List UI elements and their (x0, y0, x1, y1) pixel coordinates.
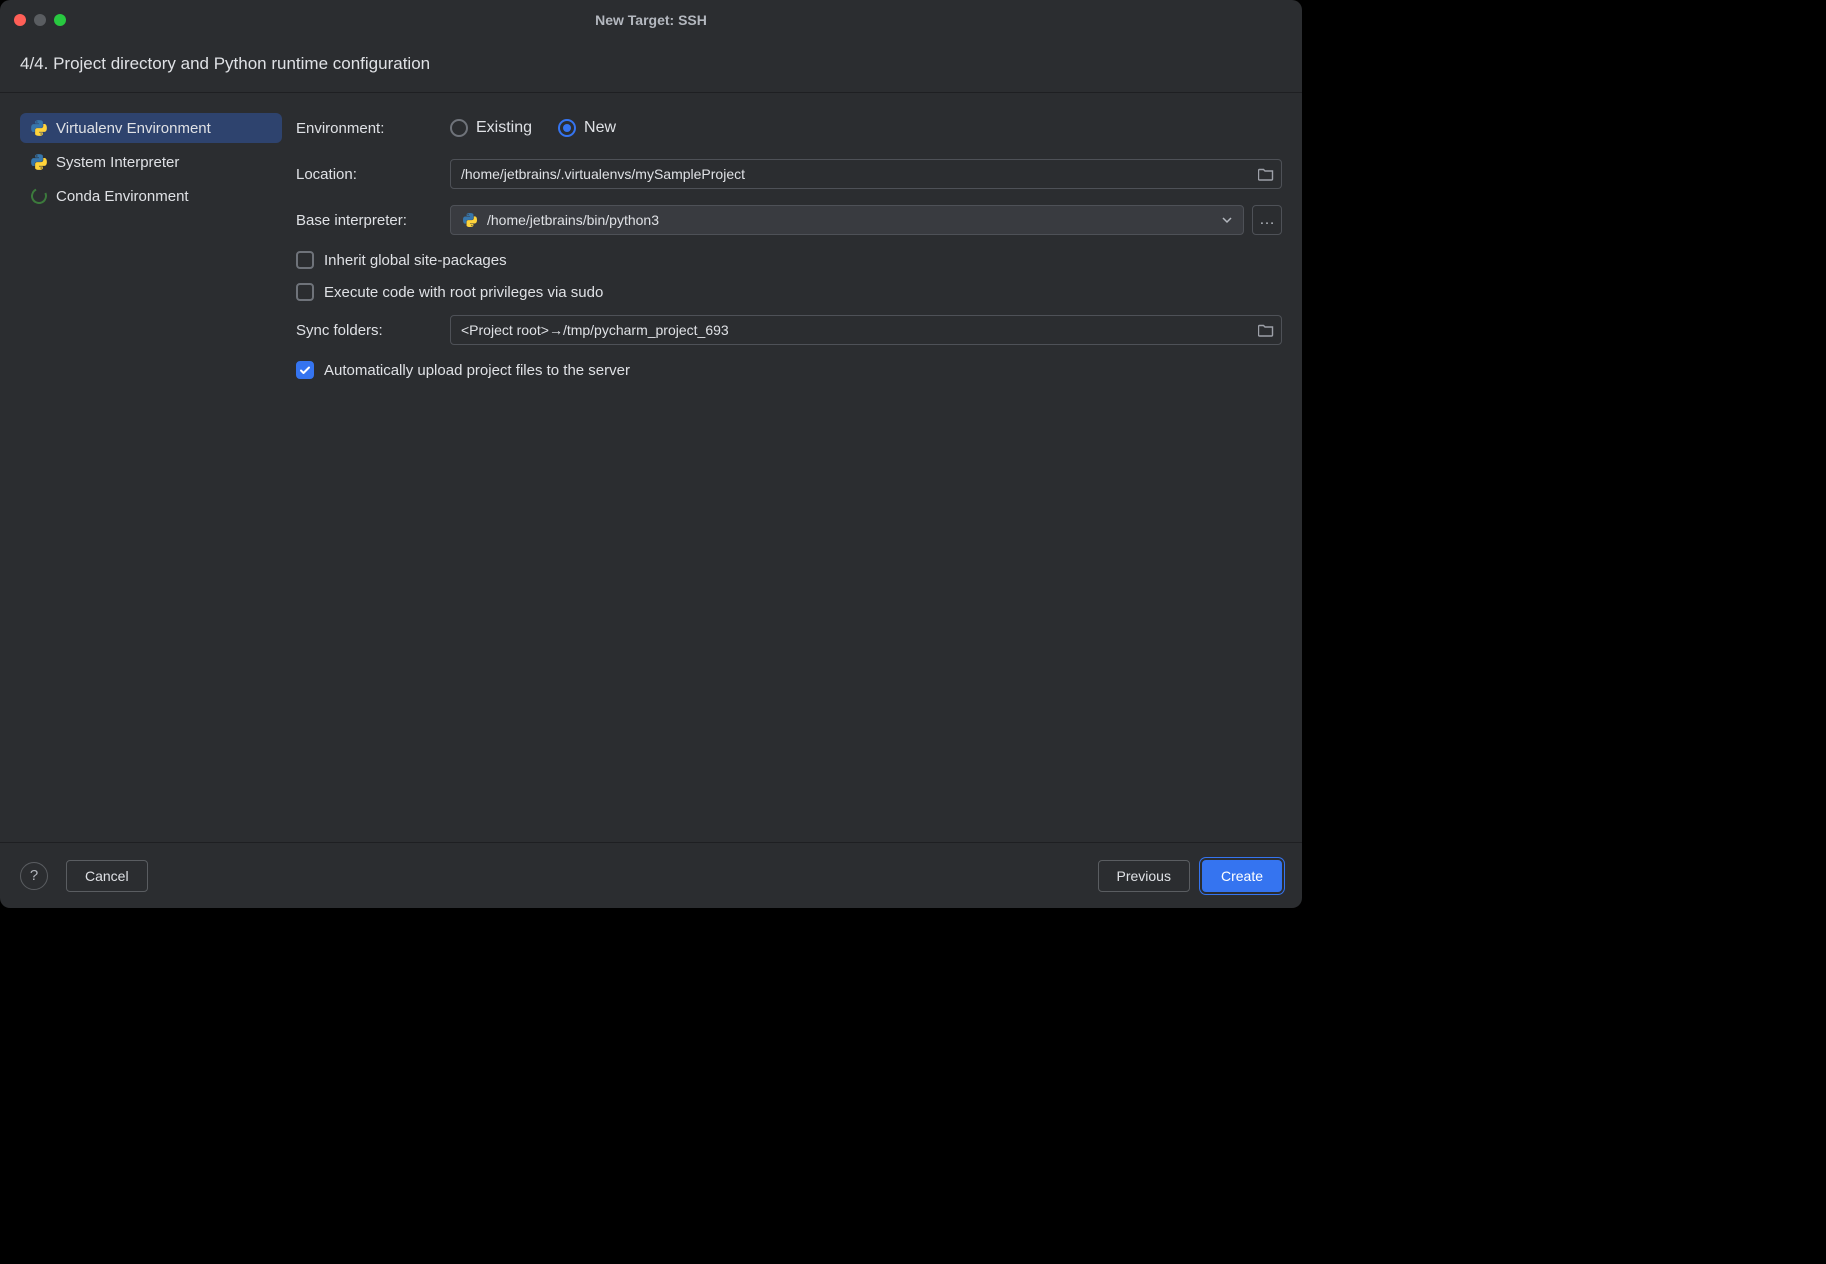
environment-row: Environment: Existing New (296, 113, 1282, 143)
checkbox-icon (296, 251, 314, 269)
checkbox-icon (296, 361, 314, 379)
previous-label: Previous (1117, 868, 1171, 884)
ellipsis-icon: … (1259, 211, 1275, 229)
help-icon: ? (30, 867, 38, 884)
conda-icon (30, 187, 48, 205)
location-input[interactable] (450, 159, 1282, 189)
cancel-label: Cancel (85, 868, 129, 884)
radio-new[interactable]: New (558, 119, 616, 137)
location-row: Location: (296, 159, 1282, 189)
sidebar: Virtualenv Environment System Interprete… (20, 113, 282, 837)
environment-label: Environment: (296, 120, 450, 137)
radio-label: New (584, 119, 616, 137)
sync-folders-input[interactable] (450, 315, 1282, 345)
inherit-label: Inherit global site-packages (324, 252, 507, 269)
chevron-down-icon (1221, 214, 1233, 226)
help-button[interactable]: ? (20, 862, 48, 890)
inherit-checkbox-row[interactable]: Inherit global site-packages (296, 251, 1282, 269)
radio-circle-icon (558, 119, 576, 137)
window-title: New Target: SSH (0, 12, 1302, 28)
base-interpreter-label: Base interpreter: (296, 212, 450, 229)
dialog-footer: ? Cancel Previous Create (0, 842, 1302, 908)
checkbox-icon (296, 283, 314, 301)
radio-circle-icon (450, 119, 468, 137)
auto-upload-label: Automatically upload project files to th… (324, 362, 630, 379)
location-label: Location: (296, 166, 450, 183)
base-interpreter-value: /home/jetbrains/bin/python3 (487, 212, 659, 228)
sync-folders-row: Sync folders: (296, 315, 1282, 345)
sidebar-item-system[interactable]: System Interpreter (20, 147, 282, 177)
sidebar-item-conda[interactable]: Conda Environment (20, 181, 282, 211)
sudo-label: Execute code with root privileges via su… (324, 284, 603, 301)
titlebar: New Target: SSH (0, 0, 1302, 40)
sidebar-item-label: System Interpreter (56, 154, 179, 171)
dialog-body: Virtualenv Environment System Interprete… (0, 93, 1302, 837)
folder-icon[interactable] (1258, 167, 1274, 181)
environment-radio-group: Existing New (450, 119, 616, 137)
sudo-checkbox-row[interactable]: Execute code with root privileges via su… (296, 283, 1282, 301)
sidebar-item-virtualenv[interactable]: Virtualenv Environment (20, 113, 282, 143)
cancel-button[interactable]: Cancel (66, 860, 148, 892)
create-label: Create (1221, 868, 1263, 884)
sync-folders-label: Sync folders: (296, 322, 450, 339)
sidebar-item-label: Virtualenv Environment (56, 120, 211, 137)
browse-interpreter-button[interactable]: … (1252, 205, 1282, 235)
python-icon (30, 153, 48, 171)
radio-existing[interactable]: Existing (450, 119, 532, 137)
auto-upload-checkbox-row[interactable]: Automatically upload project files to th… (296, 361, 1282, 379)
form-panel: Environment: Existing New Location: (282, 113, 1282, 837)
base-interpreter-select[interactable]: /home/jetbrains/bin/python3 (450, 205, 1244, 235)
sidebar-item-label: Conda Environment (56, 188, 189, 205)
create-button[interactable]: Create (1202, 860, 1282, 892)
radio-label: Existing (476, 119, 532, 137)
previous-button[interactable]: Previous (1098, 860, 1190, 892)
folder-icon[interactable] (1258, 323, 1274, 337)
base-interpreter-row: Base interpreter: /home/jetbrains/bin/py… (296, 205, 1282, 235)
dialog-window: New Target: SSH 4/4. Project directory a… (0, 0, 1302, 908)
step-header: 4/4. Project directory and Python runtim… (0, 40, 1302, 93)
python-icon (461, 211, 479, 229)
python-icon (30, 119, 48, 137)
